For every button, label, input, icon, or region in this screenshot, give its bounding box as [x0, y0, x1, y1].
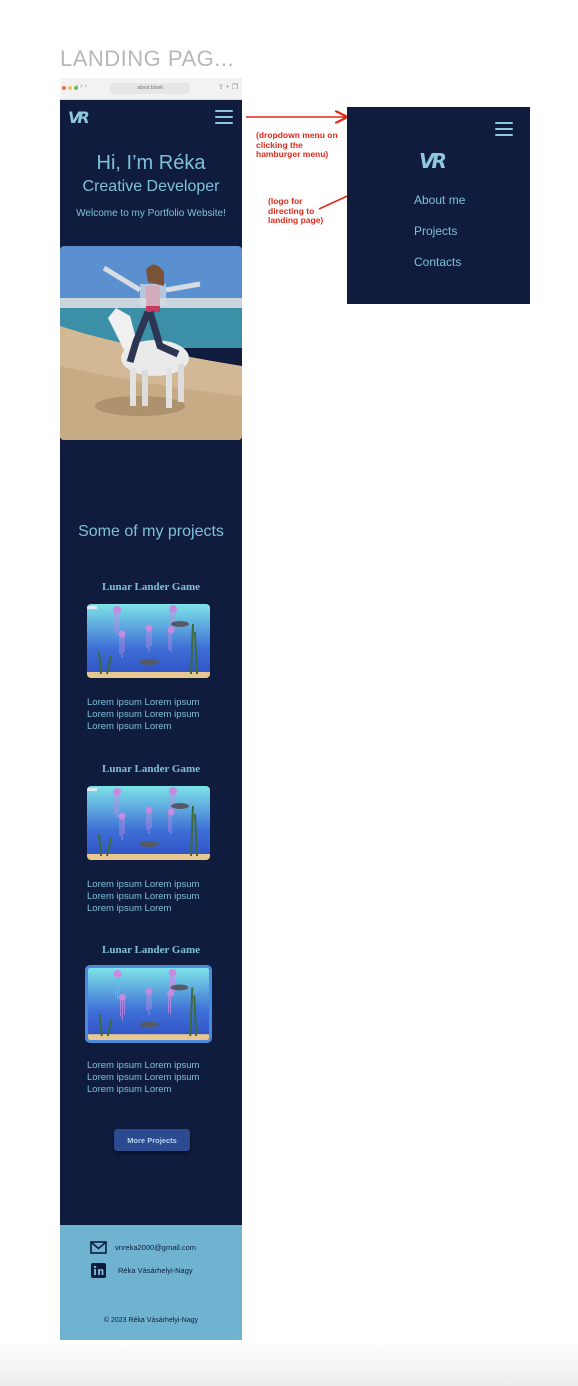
linkedin-icon	[91, 1263, 106, 1278]
menu-item-projects[interactable]: Projects	[414, 224, 457, 238]
projects-section-title: Some of my projects	[78, 523, 224, 540]
project-description: Lorem ipsum Lorem ipsum Lorem ipsum Lore…	[87, 879, 200, 914]
more-projects-button[interactable]: More Projects	[114, 1129, 190, 1151]
footer: vnreka2000@gmail.com Réka Vásárhelyi-Nag…	[60, 1225, 242, 1340]
game-screenshot	[88, 968, 209, 1040]
project-thumbnail-selected[interactable]	[85, 965, 212, 1043]
project-thumbnail[interactable]	[87, 604, 210, 678]
browser-action-icons[interactable]: ⇧ + ❐	[218, 83, 238, 91]
project-title: Lunar Lander Game	[102, 944, 200, 956]
close-dot-icon[interactable]	[62, 86, 66, 90]
game-screenshot	[87, 786, 210, 860]
canvas-bottom	[0, 1340, 578, 1386]
minimize-dot-icon[interactable]	[68, 86, 72, 90]
frame-title: LANDING PAG...	[60, 46, 235, 71]
menu-item-contacts[interactable]: Contacts	[414, 255, 461, 269]
hero-subtitle: Creative Developer	[82, 178, 220, 195]
game-screenshot	[87, 604, 210, 678]
url-bar[interactable]: about:blank	[110, 83, 190, 94]
project-title: Lunar Lander Game	[102, 763, 200, 775]
browser-toolbar: ‹ › ▫ about:blank ⇧ + ❐	[60, 78, 242, 100]
copyright: © 2023 Réka Vásárhelyi-Nagy	[103, 1317, 199, 1324]
hero-welcome: Welcome to my Portfolio Website!	[76, 208, 226, 219]
hamburger-icon[interactable]	[495, 122, 513, 136]
project-description: Lorem ipsum Lorem ipsum Lorem ipsum Lore…	[87, 1060, 200, 1095]
logo-icon[interactable]: VR	[68, 108, 90, 127]
dropdown-annotation: (dropdown menu on clicking the hamburger…	[256, 130, 338, 159]
hamburger-icon[interactable]	[215, 110, 233, 124]
mail-icon	[90, 1241, 107, 1254]
menu-item-about[interactable]: About me	[414, 193, 465, 207]
footer-linkedin-row[interactable]: Réka Vásárhelyi-Nagy	[91, 1263, 193, 1278]
hero-photo	[60, 246, 242, 440]
mobile-landing-page: VR Hi, I’m Réka Creative Developer Welco…	[60, 100, 242, 1225]
hero-title: Hi, I’m Réka	[96, 152, 206, 174]
project-title: Lunar Lander Game	[102, 581, 200, 593]
logo-icon[interactable]: VR	[419, 149, 447, 173]
logo-annotation: (logo for directing to landing page)	[268, 196, 324, 225]
footer-email-row[interactable]: vnreka2000@gmail.com	[90, 1241, 196, 1254]
dropdown-menu-panel: VR About me Projects Contacts	[347, 107, 530, 304]
project-description: Lorem ipsum Lorem ipsum Lorem ipsum Lore…	[87, 697, 200, 732]
footer-email[interactable]: vnreka2000@gmail.com	[115, 1243, 196, 1252]
nav-icons[interactable]: ‹ › ▫	[76, 83, 87, 90]
project-thumbnail[interactable]	[87, 786, 210, 860]
footer-linkedin-name[interactable]: Réka Vásárhelyi-Nagy	[118, 1266, 193, 1275]
